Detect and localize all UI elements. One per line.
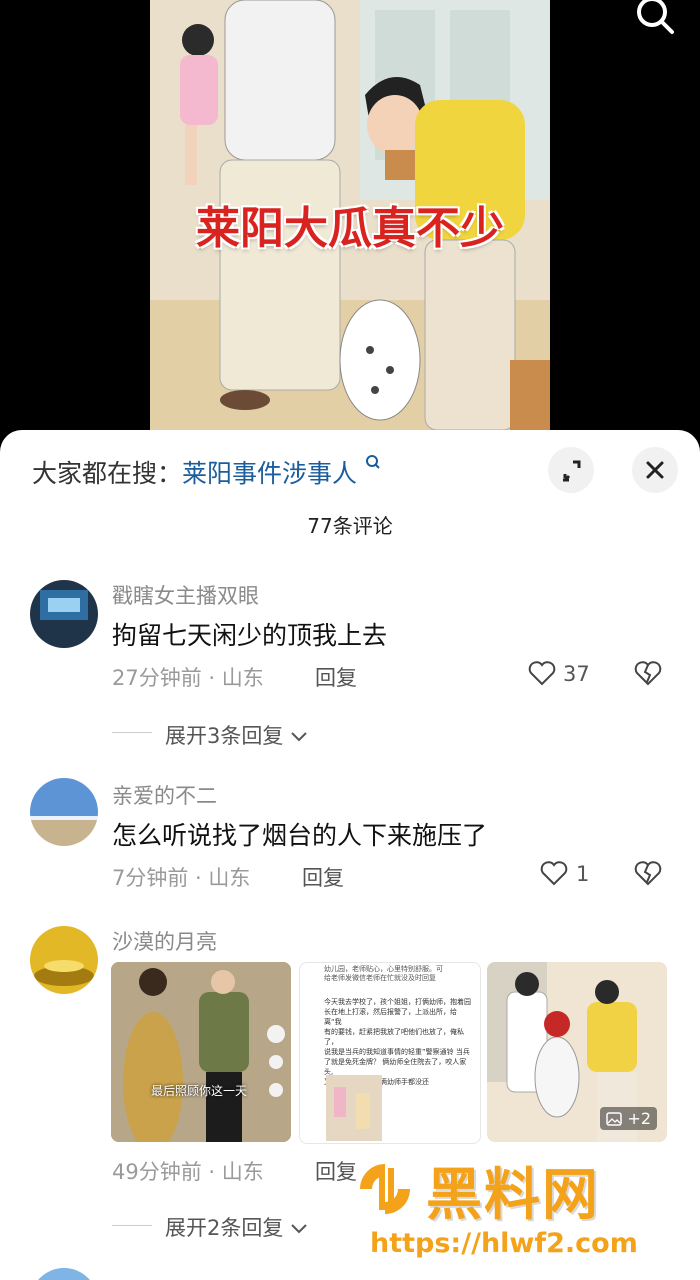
comment-location: 山东 bbox=[208, 866, 251, 890]
like-button[interactable] bbox=[540, 860, 568, 890]
image-icon bbox=[606, 1112, 623, 1126]
comment-meta: 49分钟前 · 山东 bbox=[112, 1160, 264, 1184]
like-count: 1 bbox=[576, 862, 590, 886]
video-overlay-text: 莱阳大瓜真不少 bbox=[196, 203, 504, 254]
heart-icon bbox=[528, 661, 556, 686]
video-frame: 莱阳大瓜真不少 bbox=[150, 0, 550, 440]
reply-button[interactable]: 回复 bbox=[315, 662, 357, 692]
image-text-line: 说我是当兵的我知道事情的轻重”警察通铃 当兵 bbox=[324, 1048, 470, 1056]
close-icon bbox=[646, 461, 664, 479]
watermark: 黑料网 https://hlwf2.com bbox=[350, 1150, 680, 1270]
expand-icon bbox=[563, 460, 581, 482]
image-text-line: 给老师发微信老师在忙就没及时回复 bbox=[324, 974, 436, 982]
watermark-brand: 黑料网 bbox=[426, 1163, 600, 1228]
comment-meta: 7分钟前 · 山东 bbox=[112, 866, 251, 890]
trending-label: 大家都在搜： bbox=[32, 459, 183, 488]
broken-heart-icon bbox=[634, 861, 662, 886]
image-photo-thumb bbox=[326, 1075, 382, 1141]
expand-divider bbox=[112, 1225, 152, 1226]
reply-button[interactable]: 回复 bbox=[302, 862, 344, 892]
image-text-line: 有的要钱，赶紧把我放了吧他们也放了，俺私了， bbox=[324, 1028, 464, 1046]
comment-image[interactable]: +2 bbox=[487, 962, 667, 1142]
comment-image[interactable]: 最后照顾你这一天 bbox=[111, 962, 291, 1142]
avatar[interactable] bbox=[30, 926, 98, 994]
chevron-down-icon bbox=[291, 1224, 307, 1234]
comment-time: 7分钟前 bbox=[112, 866, 189, 890]
expand-divider bbox=[112, 732, 152, 733]
expand-replies-button[interactable]: 展开2条回复 bbox=[165, 1212, 308, 1242]
image-more-badge: +2 bbox=[600, 1107, 657, 1130]
image-text-line: 幼儿园，老师贴心，心里特别舒服。可 bbox=[324, 965, 443, 973]
like-count: 37 bbox=[563, 662, 590, 686]
broken-heart-icon bbox=[634, 661, 662, 686]
close-button[interactable] bbox=[632, 447, 678, 493]
comment-text: 怎么听说找了烟台的人下来施压了 bbox=[112, 821, 488, 850]
dislike-button[interactable] bbox=[634, 660, 662, 690]
heart-icon bbox=[540, 861, 568, 886]
like-button[interactable] bbox=[528, 660, 556, 690]
comment-meta: 27分钟前 · 山东 bbox=[112, 666, 264, 690]
chevron-down-icon bbox=[291, 732, 307, 742]
image-text-body: 今天我去学校了，孩个姐姐，打俩幼师，抱着园 长在地上打滚，然后报警了，上派出所，… bbox=[324, 997, 474, 1087]
comment-username[interactable]: 沙漠的月亮 bbox=[112, 926, 217, 956]
search-button[interactable] bbox=[632, 0, 680, 40]
avatar[interactable] bbox=[30, 778, 98, 846]
image-caption: 最后照顾你这一天 bbox=[151, 1084, 248, 1098]
expand-replies-label: 展开2条回复 bbox=[165, 1216, 284, 1240]
expand-replies-label: 展开3条回复 bbox=[165, 724, 284, 748]
comment-username[interactable]: 亲爱的不二 bbox=[112, 780, 217, 810]
comment-time: 49分钟前 bbox=[112, 1160, 202, 1184]
watermark-logo-icon bbox=[360, 1164, 410, 1214]
trending-query-link[interactable]: 莱阳事件涉事人 bbox=[182, 459, 357, 488]
comment-location: 山东 bbox=[221, 1160, 264, 1184]
image-more-count: +2 bbox=[627, 1109, 651, 1128]
comment-image[interactable]: 幼儿园，老师贴心，心里特别舒服。可 给老师发微信老师在忙就没及时回复 今天我去学… bbox=[299, 962, 481, 1144]
avatar[interactable] bbox=[30, 580, 98, 648]
search-small-icon bbox=[365, 455, 380, 469]
image-text-top: 幼儿园，老师贴心，心里特别舒服。可 给老师发微信老师在忙就没及时回复 bbox=[324, 965, 474, 983]
image-text-line: 今天我去学校了，孩个姐姐，打俩幼师，抱着园 bbox=[324, 998, 471, 1006]
video-player[interactable]: 莱阳大瓜真不少 bbox=[0, 0, 700, 440]
search-icon bbox=[637, 0, 674, 34]
image-text-line: 长在地上打滚，然后报警了，上派出所，给离“我 bbox=[324, 1008, 457, 1026]
image-text-line: 了就是免死金牌？ 俩幼师全住院去了，咬人家头, bbox=[324, 1058, 467, 1076]
comment-time: 27分钟前 bbox=[112, 666, 202, 690]
comment-username[interactable]: 戳瞎女主播双眼 bbox=[112, 580, 259, 610]
comment-count: 77条评论 bbox=[307, 514, 393, 538]
avatar[interactable] bbox=[30, 1268, 98, 1280]
comment-text: 拘留七天闲少的顶我上去 bbox=[112, 621, 388, 650]
comment-location: 山东 bbox=[221, 666, 264, 690]
dislike-button[interactable] bbox=[634, 860, 662, 890]
expand-replies-button[interactable]: 展开3条回复 bbox=[165, 720, 308, 750]
watermark-url: https://hlwf2.com bbox=[370, 1228, 638, 1259]
expand-button[interactable] bbox=[548, 447, 594, 493]
trending-search[interactable]: 大家都在搜：莱阳事件涉事人 bbox=[32, 454, 381, 490]
